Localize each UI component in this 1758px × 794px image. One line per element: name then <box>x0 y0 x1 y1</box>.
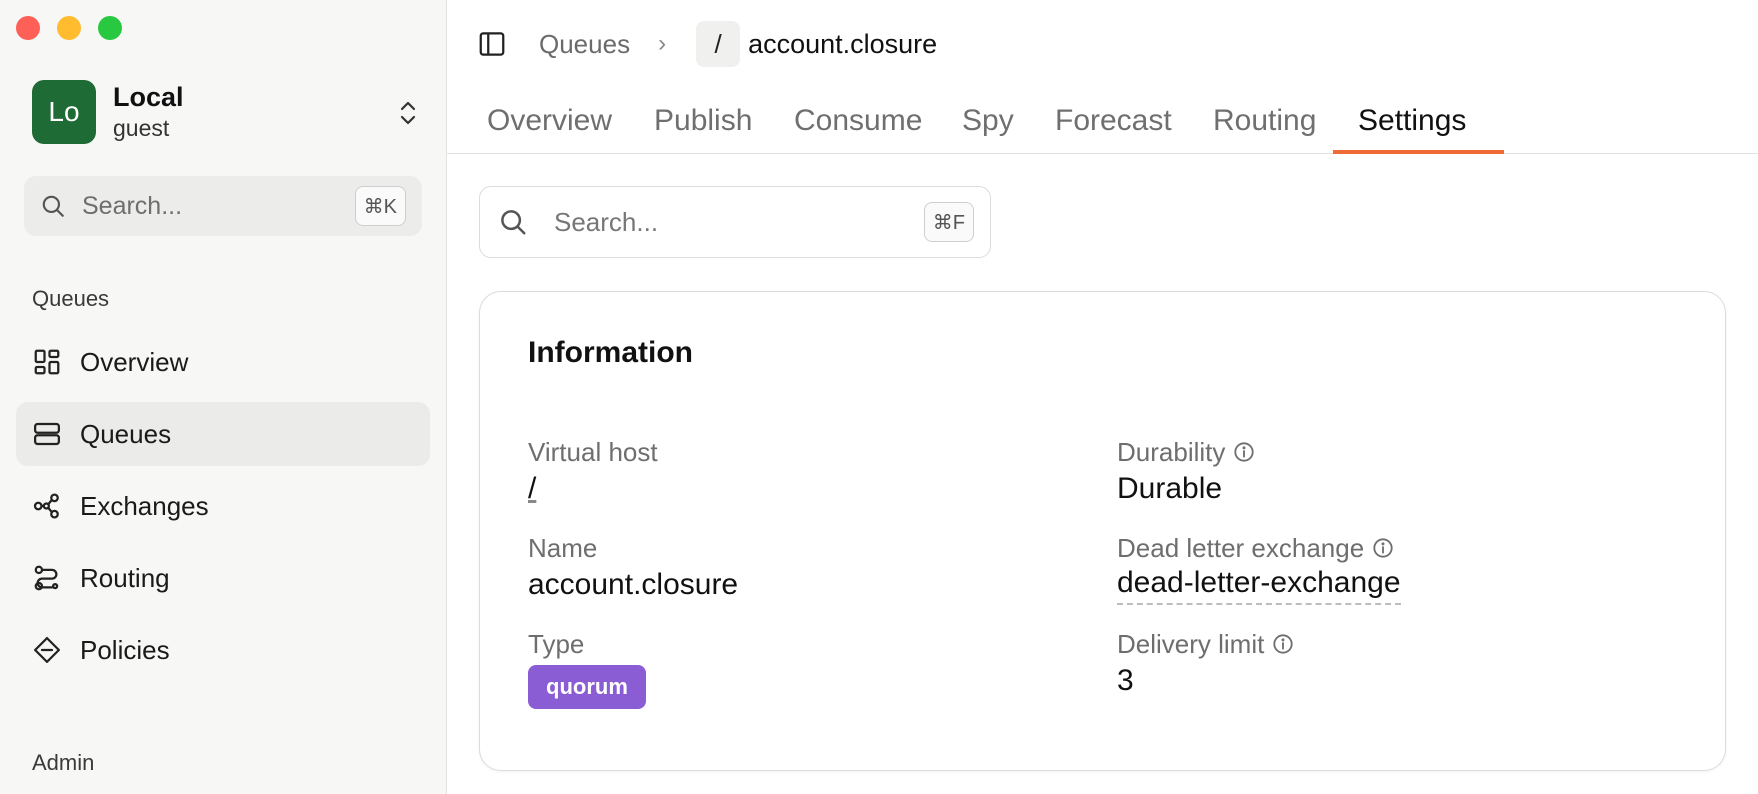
queues-icon <box>34 422 60 446</box>
account-info: Local guest <box>113 81 184 143</box>
routing-icon <box>34 565 59 591</box>
tab-bar: Overview Publish Consume Spy Forecast Ro… <box>447 96 1758 154</box>
sidebar-item-exchanges[interactable]: Exchanges <box>16 474 430 538</box>
tab-spy[interactable]: Spy <box>962 96 1014 154</box>
exchanges-icon <box>33 493 59 519</box>
account-user: guest <box>113 115 170 141</box>
settings-search[interactable]: Search... ⌘F <box>479 186 991 258</box>
sidebar-item-overview[interactable]: Overview <box>16 330 430 394</box>
vhost-chip[interactable]: / <box>696 21 741 67</box>
field-value: Durable <box>1117 472 1223 505</box>
avatar: Lo <box>32 80 96 144</box>
field-label: Virtual host <box>528 436 658 467</box>
account-switcher[interactable]: Lo Local guest <box>32 80 420 144</box>
breadcrumb-queues-link[interactable]: Queues <box>539 29 630 60</box>
breadcrumb-current: account.closure <box>748 28 938 59</box>
field-label: Durability <box>1117 435 1255 469</box>
field-durability: Durability Durable <box>1117 435 1255 509</box>
virtual-host-link[interactable]: / <box>528 469 658 509</box>
field-label-text: Delivery limit <box>1117 628 1265 659</box>
field-dead-letter-exchange: Dead letter exchange dead-letter-exchang… <box>1117 531 1401 605</box>
sidebar-item-label: Overview <box>80 346 189 377</box>
chevron-right-icon: › <box>658 30 667 57</box>
field-label: Dead letter exchange <box>1117 531 1401 565</box>
card-title: Information <box>528 336 693 369</box>
tab-publish[interactable]: Publish <box>654 96 752 154</box>
sidebar-search[interactable]: Search... ⌘K <box>24 176 422 236</box>
section-label-admin: Admin <box>32 750 95 775</box>
sidebar-item-routing[interactable]: Routing <box>16 546 430 610</box>
zoom-window-button[interactable] <box>98 16 122 40</box>
breadcrumb: Queues › / account.closure <box>477 20 937 68</box>
section-label-queues: Queues <box>32 286 110 311</box>
app-window: Lo Local guest Search... ⌘K Queues Overv… <box>0 0 1758 794</box>
sidebar-item-label: Exchanges <box>80 490 209 521</box>
tab-overview[interactable]: Overview <box>487 96 612 154</box>
search-shortcut-badge: ⌘K <box>354 186 406 226</box>
tab-forecast[interactable]: Forecast <box>1055 96 1172 154</box>
search-icon <box>42 195 64 217</box>
field-label-text: Dead letter exchange <box>1117 532 1365 563</box>
field-label: Name <box>528 532 598 563</box>
chevron-up-down-icon[interactable] <box>396 98 420 128</box>
sidebar-item-label: Queues <box>80 418 172 449</box>
sidebar: Lo Local guest Search... ⌘K Queues Overv… <box>0 0 447 794</box>
search-icon <box>501 210 526 235</box>
sidebar-item-queues[interactable]: Queues <box>16 402 430 466</box>
search-shortcut-badge: ⌘F <box>923 202 974 242</box>
field-name: Name account.closure <box>528 531 738 605</box>
active-tab-indicator <box>1333 150 1504 154</box>
field-label: Delivery limit <box>1117 627 1294 661</box>
sidebar-item-label: Policies <box>80 634 170 665</box>
window-controls <box>16 16 122 40</box>
info-icon[interactable] <box>1272 633 1294 655</box>
field-virtual-host: Virtual host / <box>528 435 658 509</box>
info-icon[interactable] <box>1372 537 1394 559</box>
field-type: Type quorum <box>528 627 646 709</box>
tab-settings[interactable]: Settings <box>1358 96 1466 154</box>
tab-routing[interactable]: Routing <box>1213 96 1316 154</box>
field-label-text: Durability <box>1117 436 1226 467</box>
info-icon[interactable] <box>1233 441 1255 463</box>
minimize-window-button[interactable] <box>57 16 81 40</box>
dead-letter-exchange-link[interactable]: dead-letter-exchange <box>1117 565 1401 605</box>
toggle-sidebar-icon[interactable] <box>477 29 507 59</box>
field-delivery-limit: Delivery limit 3 <box>1117 627 1294 701</box>
field-label: Type <box>528 628 585 659</box>
field-value: account.closure <box>528 568 739 601</box>
main-content: Queues › / account.closure Overview Publ… <box>447 0 1758 794</box>
dashboard-icon <box>34 349 60 375</box>
close-window-button[interactable] <box>16 16 40 40</box>
policies-icon <box>34 637 60 663</box>
settings-search-placeholder: Search... <box>554 206 659 237</box>
sidebar-search-placeholder: Search... <box>82 191 183 220</box>
field-value: 3 <box>1117 664 1134 697</box>
tab-consume[interactable]: Consume <box>794 96 922 154</box>
account-name: Local <box>113 82 184 112</box>
sidebar-item-policies[interactable]: Policies <box>16 618 430 682</box>
sidebar-item-label: Routing <box>80 562 170 593</box>
queue-type-badge: quorum <box>528 665 646 709</box>
information-card: Information Virtual host / Name account.… <box>479 291 1726 771</box>
